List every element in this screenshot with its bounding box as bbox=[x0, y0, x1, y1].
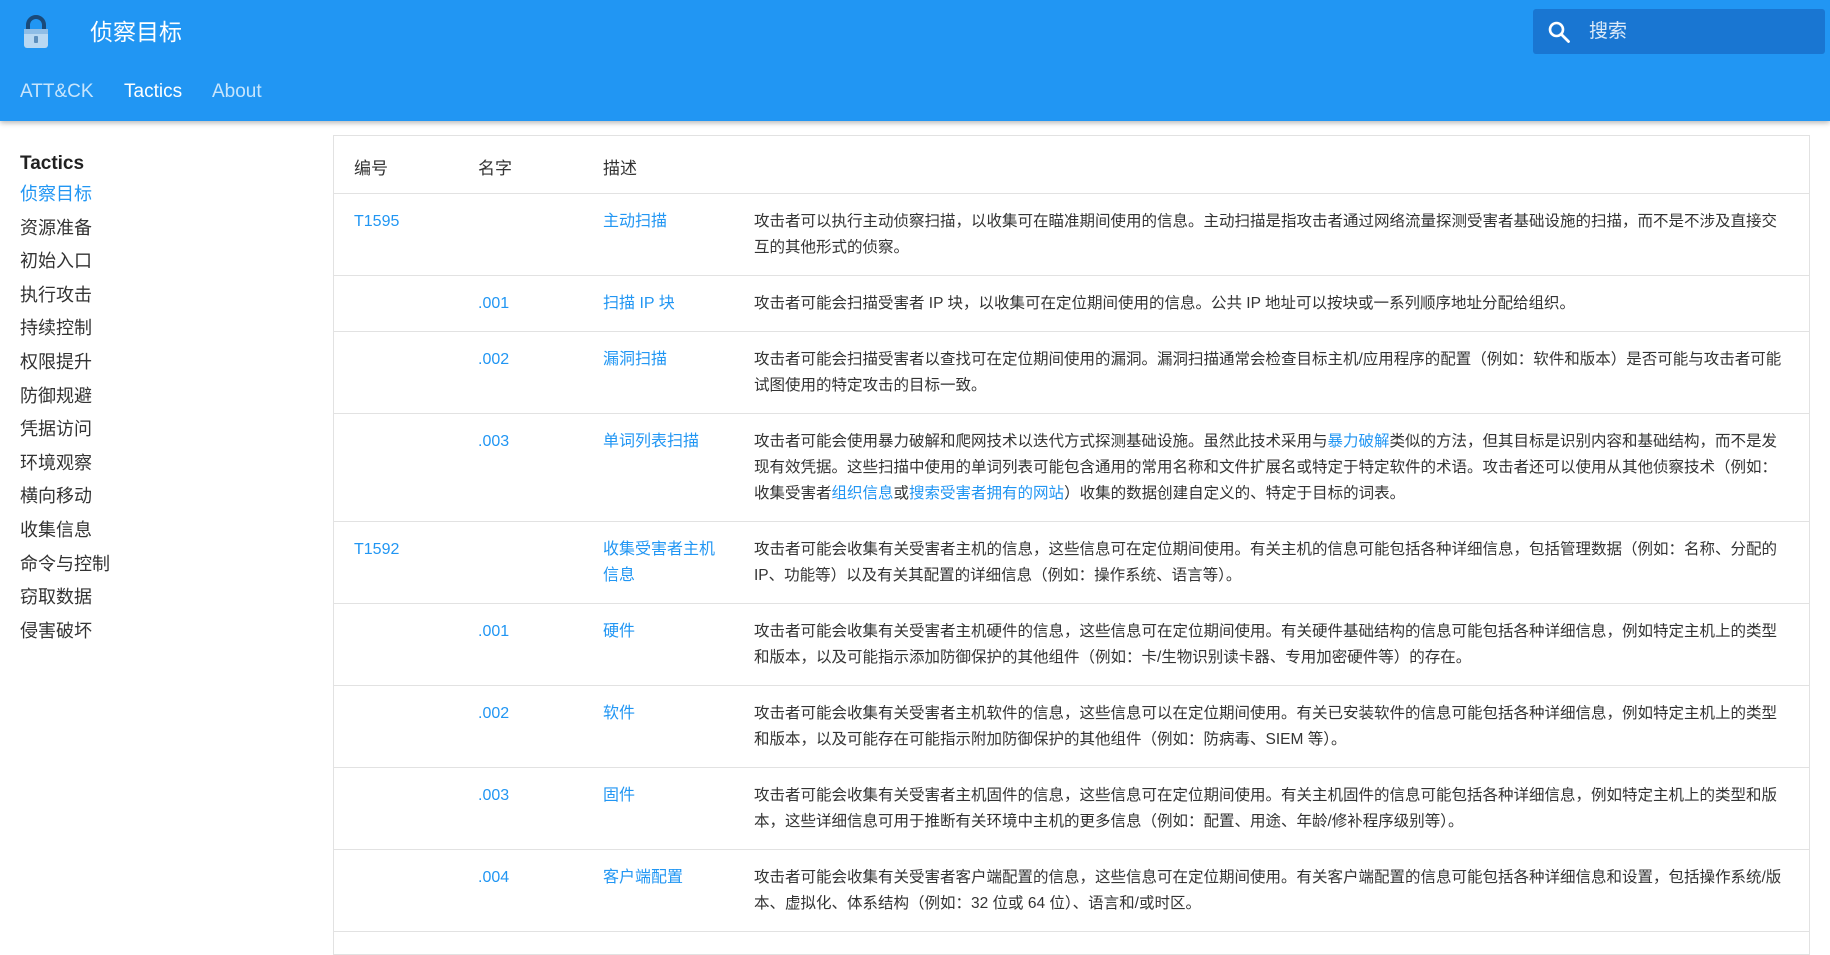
inline-reference-link[interactable]: 组织信息 bbox=[832, 485, 894, 502]
sidebar-item[interactable]: 环境观察 bbox=[20, 447, 300, 481]
technique-id-link[interactable]: T1595 bbox=[354, 209, 399, 235]
table-row: .002 漏洞扫描 攻击者可能会扫描受害者以查找可在定位期间使用的漏洞。漏洞扫描通常… bbox=[334, 332, 1809, 414]
technique-description: 攻击者可能会使用暴力破解和爬网技术以迭代方式探测基础设施。虽然此技术采用与暴力破… bbox=[754, 429, 1792, 507]
description-text: 攻击者可能会收集有关受害者主机的信息，这些信息可在定位期间使用。有关主机的信息可… bbox=[754, 541, 1778, 584]
sidebar-item[interactable]: 初始入口 bbox=[20, 245, 300, 279]
sidebar-item[interactable]: 执行攻击 bbox=[20, 279, 300, 313]
technique-name-link[interactable]: 主动扫描 bbox=[603, 209, 715, 235]
sidebar-item[interactable]: 防御规避 bbox=[20, 380, 300, 414]
technique-description: 攻击者可以执行主动侦察扫描，以收集可在瞄准期间使用的信息。主动扫描是指攻击者通过… bbox=[754, 209, 1792, 261]
table-row: .003 固件 攻击者可能会收集有关受害者主机固件的信息，这些信息可在定位期间使用。… bbox=[334, 768, 1809, 850]
description-text: 攻击者可能会扫描受害者以查找可在定位期间使用的漏洞。漏洞扫描通常会检查目标主机/… bbox=[754, 351, 1782, 394]
technique-description: 攻击者可能会收集有关受害者主机硬件的信息，这些信息可在定位期间使用。有关硬件基础… bbox=[754, 619, 1792, 671]
table-row: .001 扫描 IP 块 攻击者可能会扫描受害者 IP 块，以收集可在定位期间使用的… bbox=[334, 276, 1809, 332]
subtechnique-id-link[interactable]: .001 bbox=[478, 291, 509, 317]
app-header: 侦察目标 ATT&CK Tactics About bbox=[0, 0, 1830, 121]
technique-name-link[interactable]: 扫描 IP 块 bbox=[603, 291, 715, 317]
search-icon bbox=[1548, 21, 1570, 43]
sidebar-item[interactable]: 凭据访问 bbox=[20, 413, 300, 447]
technique-description: 攻击者可能会收集有关受害者客户端配置的信息，这些信息可在定位期间使用。有关客户端… bbox=[754, 865, 1792, 917]
technique-description: 攻击者可能会收集有关受害者主机的信息，这些信息可在定位期间使用。有关主机的信息可… bbox=[754, 537, 1792, 589]
tab-attck[interactable]: ATT&CK bbox=[20, 80, 94, 104]
table-row: T1592 收集受害者主机信息 攻击者可能会收集有关受害者主机的信息，这些信息可在定… bbox=[334, 522, 1809, 604]
description-text: 攻击者可能会收集有关受害者主机硬件的信息，这些信息可在定位期间使用。有关硬件基础… bbox=[754, 623, 1778, 666]
sidebar-item[interactable]: 收集信息 bbox=[20, 514, 300, 548]
description-text: 攻击者可以执行主动侦察扫描，以收集可在瞄准期间使用的信息。主动扫描是指攻击者通过… bbox=[754, 213, 1778, 256]
subtechnique-id-link[interactable]: .002 bbox=[478, 347, 509, 373]
table-row: .002 软件 攻击者可能会收集有关受害者主机软件的信息，这些信息可以在定位期间使用… bbox=[334, 686, 1809, 768]
sidebar: Tactics 侦察目标 资源准备 初始入口 执行攻击 持续控制 权限提升 防御规避 凭据访问… bbox=[20, 150, 300, 648]
technique-name-link[interactable]: 固件 bbox=[603, 783, 715, 809]
inline-reference-link[interactable]: 搜索受害者拥有的网站 bbox=[909, 485, 1064, 502]
sidebar-item[interactable]: 命令与控制 bbox=[20, 548, 300, 582]
description-text: 攻击者可能会收集有关受害者主机软件的信息，这些信息可以在定位期间使用。有关已安装… bbox=[754, 705, 1778, 748]
column-header-name: 名字 bbox=[478, 159, 512, 178]
sidebar-item[interactable]: 资源准备 bbox=[20, 212, 300, 246]
tab-about[interactable]: About bbox=[212, 80, 262, 104]
sidebar-item[interactable]: 侦察目标 bbox=[20, 178, 300, 212]
sidebar-title: Tactics bbox=[20, 153, 85, 174]
lock-logo-icon[interactable] bbox=[18, 14, 54, 50]
table-row: .001 硬件 攻击者可能会收集有关受害者主机硬件的信息，这些信息可在定位期间使用。… bbox=[334, 604, 1809, 686]
techniques-table: 编号 名字 描述 T1595 主动扫描 攻击者可以执行主动侦察扫描，以收集可在瞄准期… bbox=[333, 135, 1810, 955]
description-text: 攻击者可能会收集有关受害者客户端配置的信息，这些信息可在定位期间使用。有关客户端… bbox=[754, 869, 1782, 912]
technique-name-link[interactable]: 单词列表扫描 bbox=[603, 429, 715, 455]
sidebar-item[interactable]: 权限提升 bbox=[20, 346, 300, 380]
search-input[interactable] bbox=[1587, 17, 1819, 47]
table-row: .004 客户端配置 攻击者可能会收集有关受害者客户端配置的信息，这些信息可在定位期… bbox=[334, 850, 1809, 932]
subtechnique-id-link[interactable]: .003 bbox=[478, 783, 509, 809]
column-header-description: 描述 bbox=[603, 159, 637, 178]
technique-name-link[interactable]: 客户端配置 bbox=[603, 865, 715, 891]
technique-id-link[interactable]: T1592 bbox=[354, 537, 399, 563]
technique-name-link[interactable]: 收集受害者主机信息 bbox=[603, 537, 715, 589]
technique-name-link[interactable]: 硬件 bbox=[603, 619, 715, 645]
technique-description: 攻击者可能会扫描受害者 IP 块，以收集可在定位期间使用的信息。公共 IP 地址… bbox=[754, 291, 1792, 317]
table-row: T1595 主动扫描 攻击者可以执行主动侦察扫描，以收集可在瞄准期间使用的信息。主动… bbox=[334, 194, 1809, 276]
sidebar-item[interactable]: 横向移动 bbox=[20, 480, 300, 514]
technique-name-link[interactable]: 漏洞扫描 bbox=[603, 347, 715, 373]
subtechnique-id-link[interactable]: .001 bbox=[478, 619, 509, 645]
description-text: 攻击者可能会使用暴力破解和爬网技术以迭代方式探测基础设施。虽然此技术采用与 bbox=[754, 433, 1328, 450]
subtechnique-id-link[interactable]: .002 bbox=[478, 701, 509, 727]
site-title: 侦察目标 bbox=[90, 19, 182, 45]
description-text: ）收集的数据创建自定义的、特定于目标的词表。 bbox=[1064, 485, 1406, 502]
description-text: 或 bbox=[893, 485, 910, 502]
description-text: 攻击者可能会扫描受害者 IP 块，以收集可在定位期间使用的信息。公共 IP 地址… bbox=[754, 295, 1575, 312]
technique-description: 攻击者可能会扫描受害者以查找可在定位期间使用的漏洞。漏洞扫描通常会检查目标主机/… bbox=[754, 347, 1792, 399]
description-text: 攻击者可能会收集有关受害者主机固件的信息，这些信息可在定位期间使用。有关主机固件… bbox=[754, 787, 1778, 830]
technique-name-link[interactable]: 软件 bbox=[603, 701, 715, 727]
tab-tactics[interactable]: Tactics bbox=[124, 80, 182, 104]
sidebar-list: 侦察目标 资源准备 初始入口 执行攻击 持续控制 权限提升 防御规避 凭据访问 环境观察 横向移动… bbox=[20, 178, 300, 648]
sidebar-item[interactable]: 窃取数据 bbox=[20, 581, 300, 615]
sidebar-item[interactable]: 侵害破坏 bbox=[20, 615, 300, 649]
subtechnique-id-link[interactable]: .003 bbox=[478, 429, 509, 455]
column-header-id: 编号 bbox=[354, 159, 388, 178]
sidebar-item[interactable]: 持续控制 bbox=[20, 312, 300, 346]
subtechnique-id-link[interactable]: .004 bbox=[478, 865, 509, 891]
table-body: T1595 主动扫描 攻击者可以执行主动侦察扫描，以收集可在瞄准期间使用的信息。主动… bbox=[334, 194, 1809, 932]
search-box[interactable] bbox=[1533, 9, 1825, 54]
technique-description: 攻击者可能会收集有关受害者主机固件的信息，这些信息可在定位期间使用。有关主机固件… bbox=[754, 783, 1792, 835]
table-header: 编号 名字 描述 bbox=[334, 136, 1809, 194]
table-row: .003 单词列表扫描 攻击者可能会使用暴力破解和爬网技术以迭代方式探测基础设施。虽… bbox=[334, 414, 1809, 522]
inline-reference-link[interactable]: 暴力破解 bbox=[1328, 433, 1390, 450]
technique-description: 攻击者可能会收集有关受害者主机软件的信息，这些信息可以在定位期间使用。有关已安装… bbox=[754, 701, 1792, 753]
